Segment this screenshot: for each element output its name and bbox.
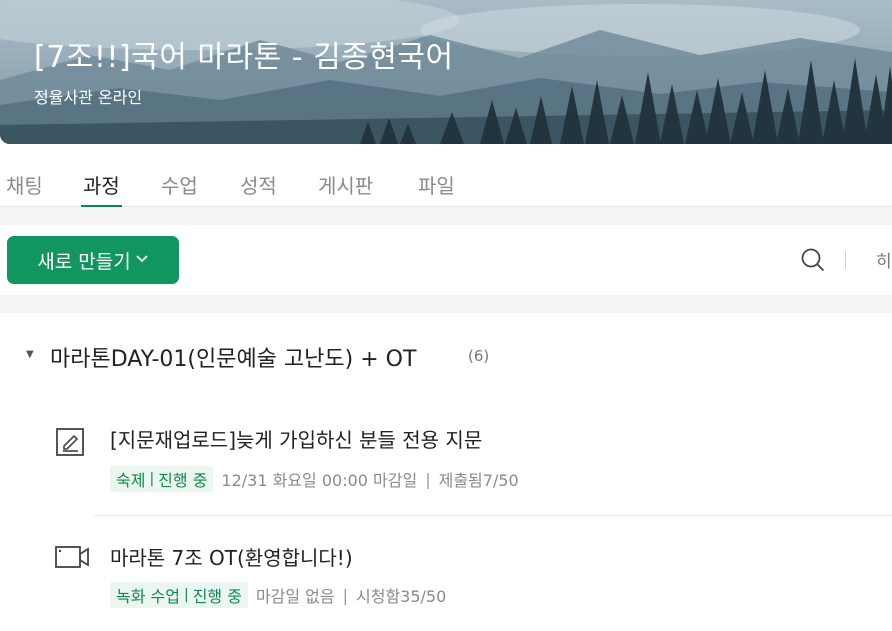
item-divider	[94, 515, 892, 516]
status-badge: 숙제 | 진행 중	[110, 466, 214, 492]
due-date: 12/31 화요일 00:00 마감일	[221, 471, 418, 490]
search-icon[interactable]	[800, 247, 826, 273]
badge-status: 진행 중	[158, 471, 208, 490]
create-new-label: 새로 만들기	[37, 250, 131, 273]
video-camera-icon	[54, 540, 89, 574]
meta-separator: |	[425, 469, 431, 489]
item-title: [지문재업로드]늦게 가입하신 분들 전용 지문	[110, 428, 483, 452]
tab-bar: 채팅 과정 수업 성적 게시판 파일	[0, 160, 892, 208]
divider-band	[0, 295, 892, 313]
item-meta: 숙제 | 진행 중 12/31 화요일 00:00 마감일 | 제출됨7/50	[110, 466, 519, 492]
section-item-count: (6)	[468, 347, 490, 365]
badge-status: 진행 중	[192, 587, 242, 606]
section-header[interactable]: ▼ 마라톤DAY-01(인문예술 고난도) + OT (6)	[0, 333, 892, 379]
course-title: [7조!!]국어 마라톤 - 김종현국어	[34, 40, 454, 75]
tab-grades[interactable]: 성적	[240, 170, 277, 199]
tab-course[interactable]: 과정	[81, 170, 122, 208]
badge-separator: |	[183, 587, 189, 603]
item-meta: 녹화 수업 | 진행 중 마감일 없음 | 시청함35/50	[110, 582, 446, 608]
chevron-down-icon	[135, 252, 149, 268]
tab-board[interactable]: 게시판	[318, 170, 373, 199]
item-title: 마라톤 7조 OT(환영합니다!)	[110, 546, 353, 570]
toolbar: 새로 만들기 히	[0, 225, 892, 295]
create-new-button[interactable]: 새로 만들기	[7, 236, 179, 284]
tab-class[interactable]: 수업	[161, 170, 198, 199]
badge-separator: |	[149, 471, 155, 487]
list-item[interactable]: 마라톤 7조 OT(환영합니다!) 녹화 수업 | 진행 중 마감일 없음 | …	[0, 528, 892, 628]
status-badge: 녹화 수업 | 진행 중	[110, 582, 248, 608]
toolbar-separator	[845, 251, 846, 269]
due-date: 마감일 없음	[255, 587, 335, 606]
collapse-caret-icon: ▼	[26, 349, 34, 360]
view-count: 시청함35/50	[356, 587, 447, 606]
assignment-edit-icon	[54, 426, 88, 460]
list-item[interactable]: [지문재업로드]늦게 가입하신 분들 전용 지문 숙제 | 진행 중 12/31…	[0, 410, 892, 510]
badge-type: 녹화 수업	[116, 587, 180, 606]
divider-band	[0, 207, 892, 225]
submission-count: 제출됨7/50	[438, 471, 519, 490]
tab-chat[interactable]: 채팅	[6, 170, 43, 199]
course-banner: [7조!!]국어 마라톤 - 김종현국어 정율사관 온라인	[0, 0, 892, 144]
meta-separator: |	[342, 585, 349, 605]
section-title: 마라톤DAY-01(인문예술 고난도) + OT	[50, 347, 417, 372]
toolbar-truncated-label[interactable]: 히	[876, 247, 892, 272]
course-subtitle: 정율사관 온라인	[34, 88, 143, 107]
badge-type: 숙제	[116, 471, 146, 490]
tab-files[interactable]: 파일	[418, 170, 455, 199]
